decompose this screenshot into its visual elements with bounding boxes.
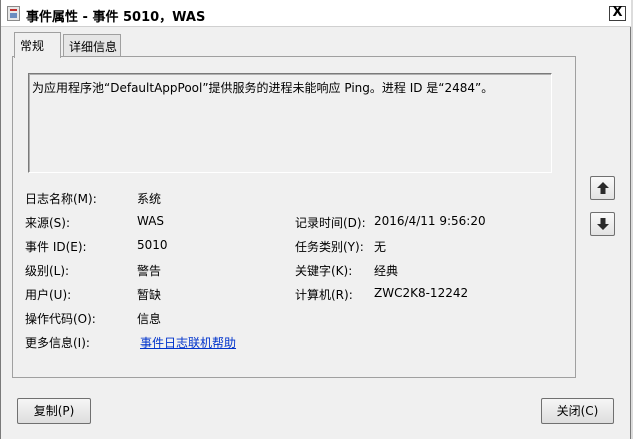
field-label-level: 级别(L): (25, 264, 70, 278)
previous-event-button[interactable] (590, 176, 615, 200)
up-arrow-icon (597, 182, 609, 194)
tab-details[interactable]: 详细信息 (63, 34, 121, 56)
field-value-user: 暂缺 (137, 288, 162, 302)
field-value-task-category: 无 (374, 240, 387, 254)
window-title: 事件属性 - 事件 5010，WAS (26, 10, 206, 25)
tab-general[interactable]: 常规 (14, 32, 61, 58)
field-label-user: 用户(U): (25, 288, 72, 302)
field-label-event-id: 事件 ID(E): (25, 240, 87, 254)
event-properties-window: 事件属性 - 事件 5010，WAS X 常规 详细信息 为应用程序池“Defa… (0, 0, 632, 439)
field-label-source: 来源(S): (25, 216, 71, 230)
event-description[interactable]: 为应用程序池“DefaultAppPool”提供服务的进程未能响应 Ping。进… (28, 73, 552, 173)
field-label-opcode: 操作代码(O): (25, 312, 96, 326)
field-label-more-info: 更多信息(I): (25, 336, 90, 350)
field-label-computer: 计算机(R): (295, 288, 353, 302)
copy-button[interactable]: 复制(P) (17, 398, 91, 424)
field-value-event-id: 5010 (137, 238, 168, 252)
next-event-button[interactable] (590, 212, 615, 236)
field-label-log-name: 日志名称(M): (25, 192, 97, 206)
field-value-logged: 2016/4/11 9:56:20 (374, 214, 486, 228)
field-value-log-name: 系统 (137, 192, 162, 206)
close-button[interactable]: 关闭(C) (541, 398, 614, 424)
down-arrow-icon (597, 218, 609, 230)
title-bar: 事件属性 - 事件 5010，WAS X (1, 0, 632, 27)
field-label-logged: 记录时间(D): (295, 216, 366, 230)
field-value-keywords: 经典 (374, 264, 399, 278)
event-viewer-icon (7, 6, 20, 21)
field-value-source: WAS (137, 214, 165, 228)
close-window-button[interactable]: X (609, 6, 626, 21)
field-value-level: 警告 (137, 264, 162, 278)
field-label-task-category: 任务类别(Y): (295, 240, 364, 254)
field-value-computer: ZWC2K8-12242 (374, 286, 469, 300)
field-value-opcode: 信息 (137, 312, 162, 326)
general-tab-panel: 为应用程序池“DefaultAppPool”提供服务的进程未能响应 Ping。进… (12, 56, 576, 378)
online-help-link[interactable]: 事件日志联机帮助 (140, 334, 236, 351)
field-label-keywords: 关键字(K): (295, 264, 353, 278)
